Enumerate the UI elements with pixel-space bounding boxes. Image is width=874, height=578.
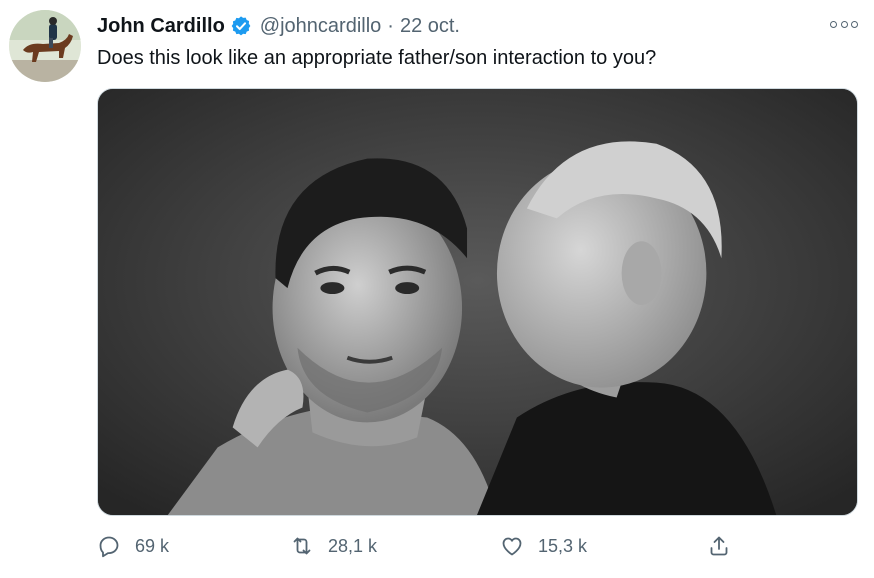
share-button[interactable] xyxy=(707,532,731,560)
retweet-count: 28,1 k xyxy=(328,535,378,556)
tweet[interactable]: John Cardillo @johncardillo · 22 oct. Do… xyxy=(0,0,874,578)
share-icon xyxy=(710,536,728,556)
separator-dot: · xyxy=(387,14,394,37)
horse-rider-avatar xyxy=(9,10,81,82)
reply-button[interactable]: 69 k xyxy=(97,532,169,560)
reply-count: 69 k xyxy=(135,535,170,556)
verified-badge-icon xyxy=(230,15,252,37)
heart-icon xyxy=(502,537,522,556)
black-and-white-portrait-photo xyxy=(98,89,857,515)
tweet-text: Does this look like an appropriate fathe… xyxy=(97,47,657,69)
tweet-actions: 69 k 28,1 k 15,3 k xyxy=(97,532,757,560)
like-count: 15,3 k xyxy=(538,535,588,556)
retweet-icon xyxy=(293,537,311,555)
author-avatar[interactable] xyxy=(9,10,81,82)
author-name[interactable]: John Cardillo xyxy=(97,15,225,38)
author-handle[interactable]: @johncardillo xyxy=(260,15,381,38)
tweet-date[interactable]: 22 oct. xyxy=(400,15,460,38)
tweet-photo[interactable] xyxy=(97,88,858,516)
reply-icon xyxy=(99,536,119,558)
more-options-icon[interactable] xyxy=(830,14,858,34)
retweet-button[interactable]: 28,1 k xyxy=(290,532,377,560)
like-button[interactable]: 15,3 k xyxy=(500,532,587,560)
tweet-header: John Cardillo @johncardillo · 22 oct. xyxy=(97,12,460,40)
